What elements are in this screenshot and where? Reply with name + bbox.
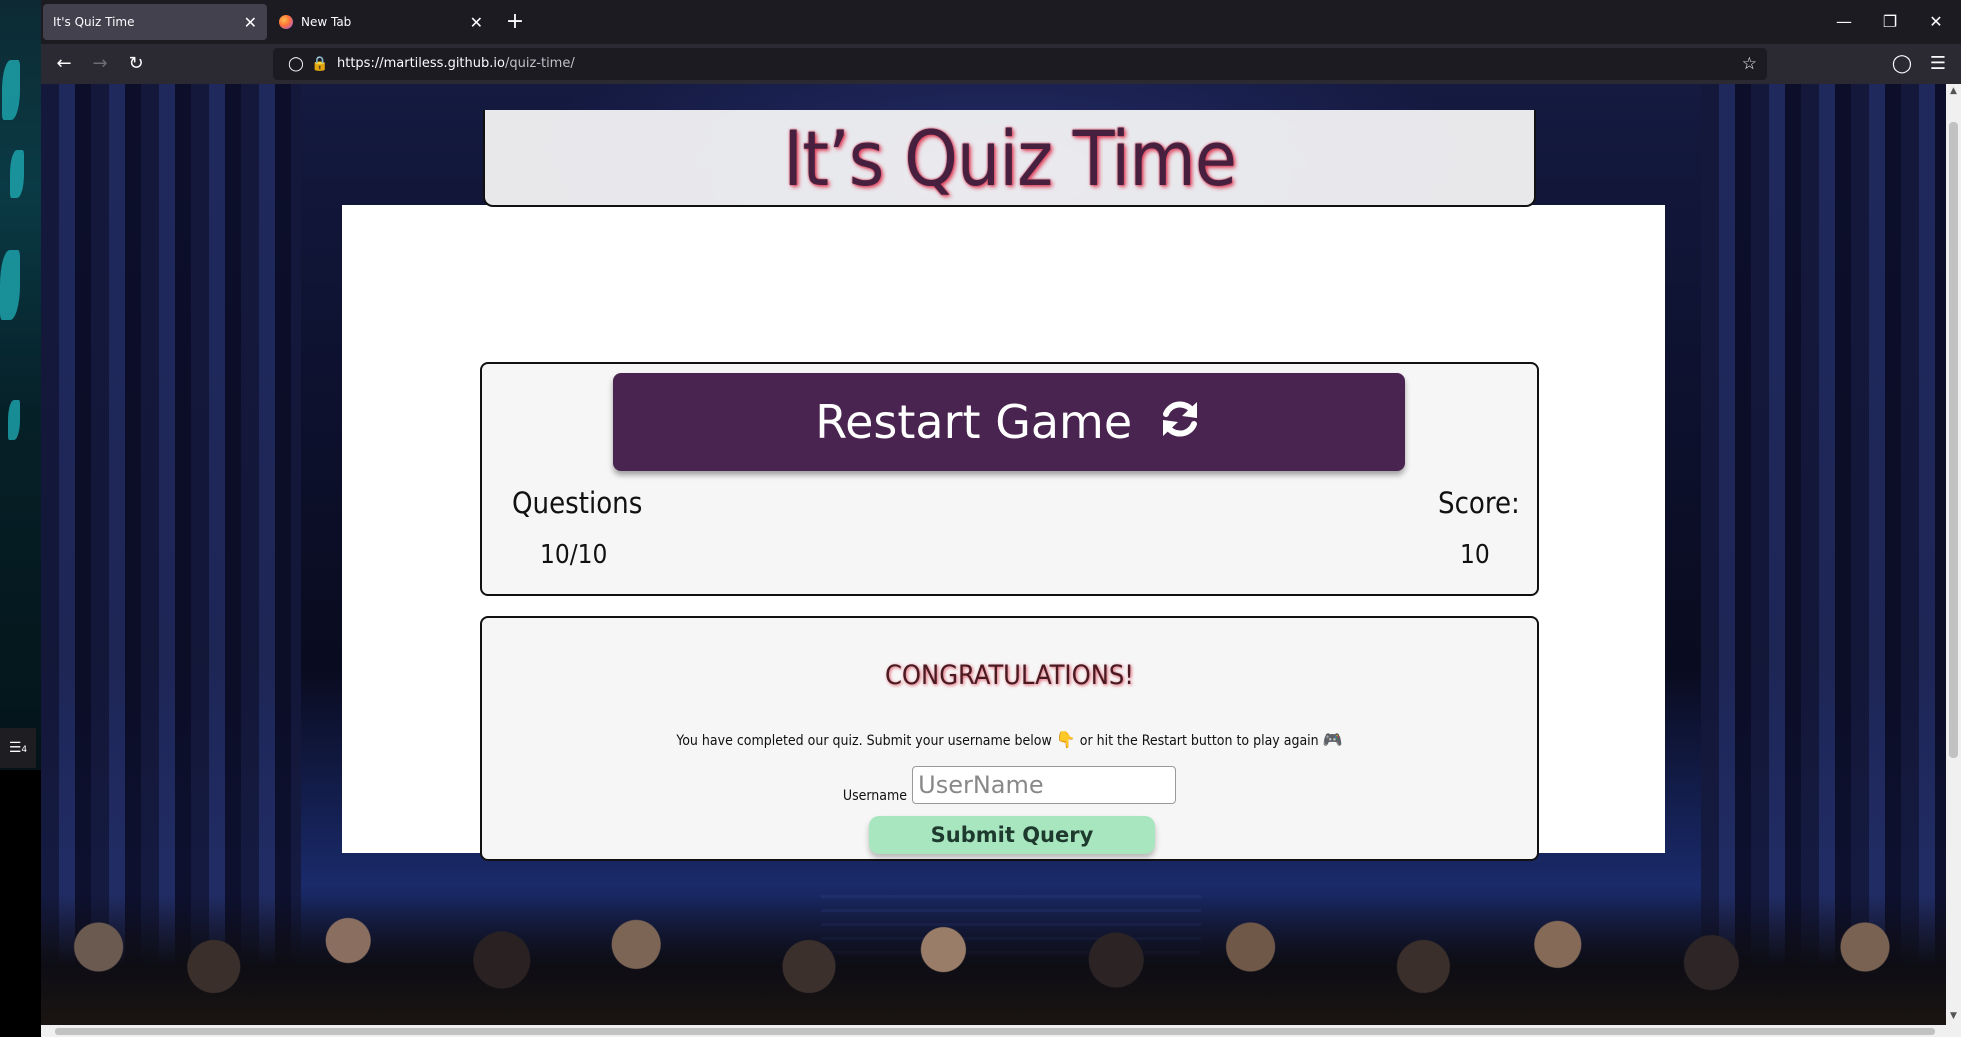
questions-value: 10/10 (540, 540, 608, 570)
arrow-right-icon: → (92, 53, 108, 74)
page-title: It’s Quiz Time (783, 114, 1237, 203)
score-label: Score: (1438, 486, 1520, 520)
background-audience (41, 895, 1961, 1025)
title-banner: It’s Quiz Time (483, 110, 1536, 207)
wallpaper-leaf (10, 150, 24, 198)
message-text-2: or hit the Restart button to play again (1079, 733, 1319, 749)
score-value: 10 (1460, 540, 1490, 570)
congratulations-heading: CONGRATULATIONS! (884, 660, 1135, 691)
vertical-scroll-thumb[interactable] (1949, 122, 1958, 758)
submit-query-button[interactable]: Submit Query (869, 816, 1155, 854)
bookmark-star-icon[interactable]: ☆ (1742, 48, 1757, 80)
desktop-strip: ☰4 (0, 0, 41, 1037)
horizontal-scroll-thumb[interactable] (55, 1028, 1935, 1035)
username-form: Username (482, 766, 1537, 804)
page-viewport: Restart Game Questions 10/10 Score: 10 C… (41, 84, 1961, 1025)
close-tab-icon[interactable]: ✕ (244, 13, 257, 32)
horizontal-scrollbar[interactable] (41, 1025, 1961, 1037)
notification-center-button[interactable]: ☰4 (0, 728, 36, 768)
pocket-button[interactable]: ◯ (1887, 50, 1917, 78)
message-text-1: You have completed our quiz. Submit your… (676, 733, 1052, 749)
tab-new-tab[interactable]: New Tab ✕ (269, 4, 493, 40)
username-label: Username (842, 788, 908, 804)
scroll-down-icon[interactable]: ▼ (1946, 1009, 1961, 1023)
completion-message: You have completed our quiz. Submit your… (482, 730, 1537, 749)
completion-box: CONGRATULATIONS! You have completed our … (480, 616, 1539, 861)
shield-icon[interactable]: ◯ (287, 48, 305, 80)
pocket-icon: ◯ (1891, 53, 1913, 74)
notification-icon: ☰ (8, 740, 22, 756)
minimize-button[interactable]: — (1821, 0, 1867, 44)
restart-game-button[interactable]: Restart Game (613, 373, 1405, 471)
restart-label: Restart Game (815, 395, 1133, 449)
wallpaper-leaf (0, 250, 20, 320)
navigation-bar: ← → ↻ ◯ 🔒 https://martiless.github.io/qu… (41, 44, 1961, 84)
close-tab-icon[interactable]: ✕ (470, 13, 483, 32)
close-window-button[interactable]: ✕ (1913, 0, 1959, 44)
restore-button[interactable]: ❐ (1867, 0, 1913, 44)
pointing-down-icon: 👇 (1055, 730, 1076, 749)
questions-label: Questions (512, 486, 643, 520)
wallpaper-leaf (8, 400, 20, 440)
address-bar[interactable]: ◯ 🔒 https://martiless.github.io/quiz-tim… (273, 48, 1767, 80)
url-path: /quiz-time/ (504, 56, 575, 71)
desktop-dark-area (0, 770, 41, 1037)
firefox-icon (279, 15, 293, 29)
tab-label: New Tab (301, 15, 352, 29)
vertical-scrollbar[interactable]: ▲ ▼ (1946, 84, 1961, 1025)
tab-label: It's Quiz Time (53, 15, 135, 29)
tab-bar: It's Quiz Time ✕ New Tab ✕ + — ❐ ✕ (41, 0, 1961, 44)
refresh-icon (1157, 377, 1203, 475)
notification-count: 4 (21, 745, 28, 755)
tab-quiz-time[interactable]: It's Quiz Time ✕ (43, 4, 267, 40)
reload-icon: ↻ (128, 53, 144, 74)
new-tab-button[interactable]: + (501, 8, 529, 36)
hamburger-menu-icon: ☰ (1929, 53, 1947, 74)
quiz-panel: Restart Game Questions 10/10 Score: 10 C… (342, 205, 1665, 861)
reload-button[interactable]: ↻ (121, 50, 151, 78)
lock-icon[interactable]: 🔒 (311, 48, 329, 80)
menu-button[interactable]: ☰ (1923, 50, 1953, 78)
background-curtain-left (41, 84, 301, 1025)
arrow-left-icon: ← (56, 53, 72, 74)
scroll-up-icon[interactable]: ▲ (1946, 84, 1961, 98)
game-status-box: Restart Game Questions 10/10 Score: 10 (480, 362, 1539, 596)
username-input[interactable] (912, 766, 1177, 804)
back-button[interactable]: ← (49, 50, 79, 78)
forward-button[interactable]: → (85, 50, 115, 78)
background-curtain-right (1701, 84, 1961, 1025)
url-host: https://martiless.github.io (337, 56, 505, 71)
wallpaper-leaf (2, 60, 20, 120)
game-controller-icon: 🎮 (1322, 730, 1343, 749)
